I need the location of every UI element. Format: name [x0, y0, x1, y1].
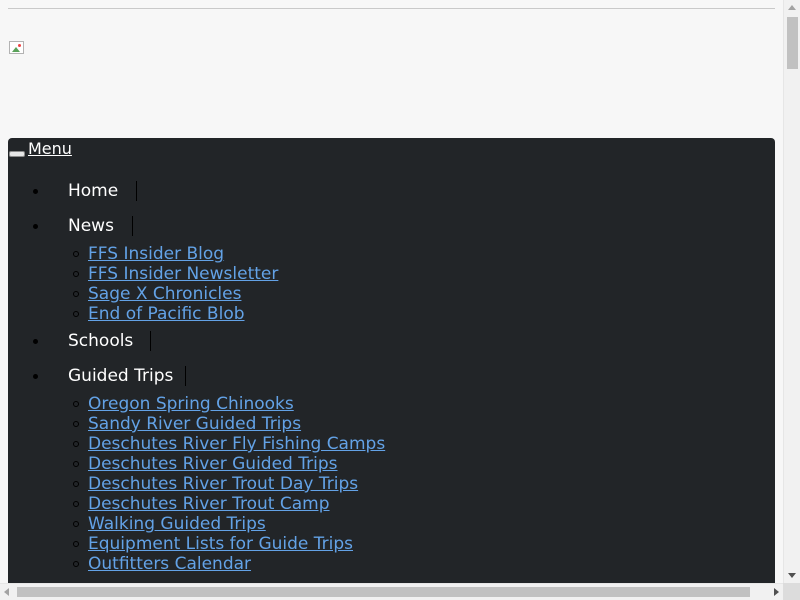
- list-bullet: [73, 441, 79, 447]
- submenu-item[interactable]: Oregon Spring Chinooks: [8, 394, 775, 414]
- submenu-item[interactable]: FFS Insider Blog: [8, 244, 775, 264]
- submenu-item[interactable]: Deschutes River Guided Trips: [8, 454, 775, 474]
- submenu-item[interactable]: Walking Guided Trips: [8, 514, 775, 534]
- nav-item-label[interactable]: Guided Trips: [68, 366, 173, 386]
- nav-item-label[interactable]: Home: [68, 181, 118, 201]
- list-bullet: [73, 271, 79, 277]
- submenu-link[interactable]: Deschutes River Trout Camp: [88, 494, 330, 514]
- list-bullet: [73, 481, 79, 487]
- broken-image-icon: [9, 41, 24, 54]
- submenu-news: FFS Insider Blog FFS Insider Newsletter …: [8, 244, 775, 324]
- list-bullet: [73, 461, 79, 467]
- list-bullet: [73, 541, 79, 547]
- scrollbar-corner: [783, 583, 800, 600]
- list-bullet: [33, 374, 38, 379]
- submenu-item[interactable]: Deschutes River Fly Fishing Camps: [8, 434, 775, 454]
- submenu-link[interactable]: End of Pacific Blob: [88, 304, 245, 324]
- submenu-guided-trips: Oregon Spring Chinooks Sandy River Guide…: [8, 394, 775, 574]
- main-navigation: Menu Home News FFS Insider Blog FFS Insi…: [8, 138, 775, 583]
- submenu-link[interactable]: Sandy River Guided Trips: [88, 414, 301, 434]
- submenu-link[interactable]: Sage X Chronicles: [88, 284, 241, 304]
- list-bullet: [73, 561, 79, 567]
- scroll-right-icon[interactable]: [774, 588, 779, 596]
- list-bullet: [73, 401, 79, 407]
- submenu-item[interactable]: Deschutes River Trout Day Trips: [8, 474, 775, 494]
- list-bullet: [33, 224, 38, 229]
- submenu-link[interactable]: Outfitters Calendar: [88, 554, 251, 574]
- nav-divider: [132, 216, 133, 236]
- submenu-item[interactable]: Outfitters Calendar: [8, 554, 775, 574]
- list-bullet: [73, 421, 79, 427]
- nav-divider: [150, 331, 151, 351]
- list-bullet: [73, 501, 79, 507]
- site-logo[interactable]: [8, 40, 24, 54]
- horizontal-scrollbar[interactable]: [0, 583, 783, 600]
- nav-divider: [136, 181, 137, 201]
- list-bullet: [73, 521, 79, 527]
- list-bullet: [73, 291, 79, 297]
- submenu-item[interactable]: Equipment Lists for Guide Trips: [8, 534, 775, 554]
- page-viewport: Menu Home News FFS Insider Blog FFS Insi…: [0, 0, 783, 583]
- vertical-scrollbar[interactable]: [783, 0, 800, 583]
- submenu-item[interactable]: Deschutes River Trout Camp: [8, 494, 775, 514]
- menu-toggle-link[interactable]: Menu: [28, 139, 72, 159]
- list-bullet: [33, 339, 38, 344]
- submenu-link[interactable]: FFS Insider Newsletter: [88, 264, 278, 284]
- submenu-link[interactable]: FFS Insider Blog: [88, 244, 224, 264]
- submenu-link[interactable]: Deschutes River Guided Trips: [88, 454, 338, 474]
- list-bullet: [33, 189, 38, 194]
- nav-item-label[interactable]: Schools: [68, 331, 133, 351]
- vertical-scroll-thumb[interactable]: [787, 17, 798, 69]
- list-bullet: [73, 251, 79, 257]
- list-bullet: [73, 311, 79, 317]
- submenu-item[interactable]: FFS Insider Newsletter: [8, 264, 775, 284]
- nav-item-label[interactable]: News: [68, 216, 114, 236]
- submenu-link[interactable]: Oregon Spring Chinooks: [88, 394, 294, 414]
- submenu-link[interactable]: Deschutes River Trout Day Trips: [88, 474, 358, 494]
- submenu-link[interactable]: Deschutes River Fly Fishing Camps: [88, 434, 385, 454]
- scroll-up-icon[interactable]: [788, 5, 796, 10]
- horizontal-scroll-thumb[interactable]: [17, 587, 750, 597]
- scroll-left-icon[interactable]: [4, 588, 9, 596]
- scroll-down-icon[interactable]: [788, 573, 796, 578]
- submenu-item[interactable]: Sage X Chronicles: [8, 284, 775, 304]
- nav-divider: [185, 366, 186, 386]
- submenu-link[interactable]: Walking Guided Trips: [88, 514, 266, 534]
- submenu-item[interactable]: End of Pacific Blob: [8, 304, 775, 324]
- submenu-link[interactable]: Equipment Lists for Guide Trips: [88, 534, 353, 554]
- menu-toggle-button[interactable]: [9, 151, 25, 157]
- top-divider: [8, 8, 775, 9]
- submenu-item[interactable]: Sandy River Guided Trips: [8, 414, 775, 434]
